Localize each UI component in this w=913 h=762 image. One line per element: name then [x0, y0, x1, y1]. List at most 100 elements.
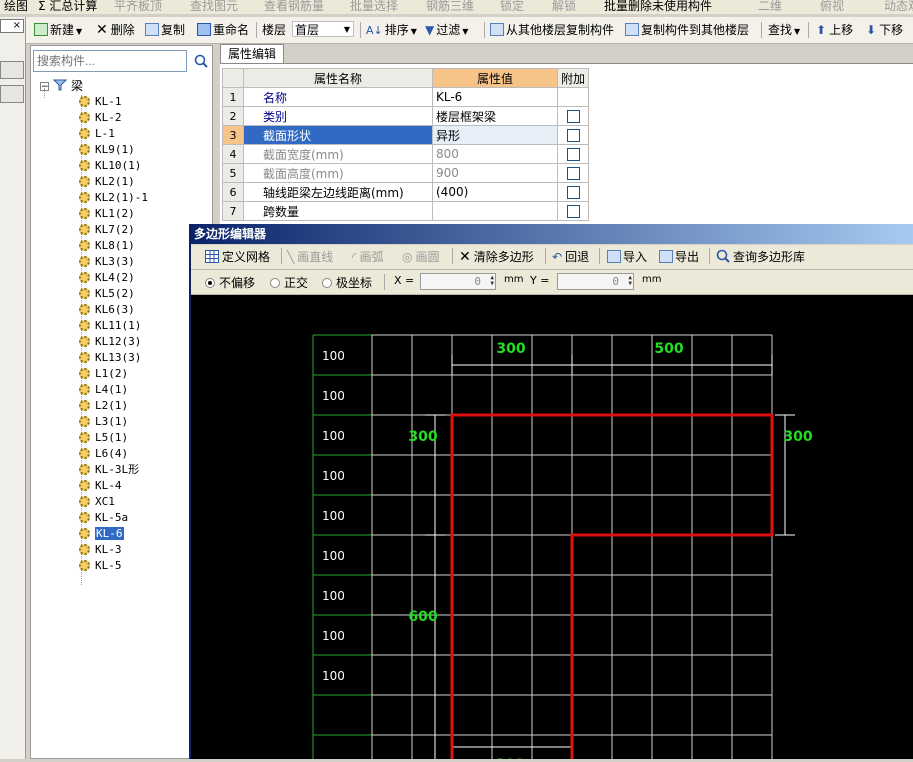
tree-item[interactable]: KL2(1) [79, 174, 135, 190]
sort-button[interactable]: A↓ 排序 ▼ [366, 21, 417, 39]
copy-from-floor-button[interactable]: 从其他楼层复制构件 [490, 21, 614, 39]
property-value[interactable]: KL-6 [432, 87, 558, 107]
menu-top-view[interactable]: 俯视 [820, 0, 844, 14]
tab-property-edit[interactable]: 属性编辑 [220, 44, 284, 64]
no-offset-radio[interactable]: 不偏移 [205, 274, 255, 291]
menu-view-2d[interactable]: 二维 [758, 0, 782, 14]
filter-button[interactable]: ▼ 过滤 ▼ [425, 21, 468, 39]
move-down-button[interactable]: ⬇ 下移 [866, 21, 903, 39]
extra-checkbox[interactable] [566, 129, 580, 142]
menu-draw[interactable]: 绘图 [4, 0, 28, 14]
property-value[interactable]: 900 [432, 163, 558, 183]
property-row[interactable]: 4 截面宽度(mm) 800 [222, 144, 590, 164]
left-panel-button[interactable] [0, 85, 24, 103]
polygon-drawing-canvas[interactable]: 100 100 100 100 100 100 100 100 100 300 500 300 600 3… [191, 295, 913, 762]
tree-item[interactable]: L3(1) [79, 414, 128, 430]
tree-item[interactable]: L-1 [79, 126, 115, 142]
draw-line-button[interactable]: ╲ 画直线 [287, 248, 333, 266]
property-row[interactable]: 7 跨数量 [222, 201, 590, 221]
property-value[interactable] [432, 201, 558, 221]
copy-button[interactable]: 复制 [145, 21, 185, 39]
floor-select[interactable]: 首层 ▼ [292, 21, 354, 37]
move-up-button[interactable]: ⬆ 上移 [816, 21, 853, 39]
tree-item[interactable]: KL1(2) [79, 206, 135, 222]
menu-flush-slab-top[interactable]: 平齐板顶 [114, 0, 162, 14]
tree-item[interactable]: KL-4 [79, 478, 122, 494]
tree-item[interactable]: L1(2) [79, 366, 128, 382]
property-value[interactable]: 楼层框架梁 [432, 106, 558, 126]
x-input[interactable]: 0 ▲ ▼ [420, 273, 496, 290]
property-value[interactable]: (400) [432, 182, 558, 202]
copy-to-floor-button[interactable]: 复制构件到其他楼层 [625, 21, 749, 39]
extra-checkbox[interactable] [566, 110, 580, 123]
query-polygon-library-button[interactable]: 查询多边形库 [716, 248, 805, 266]
property-row[interactable]: 5 截面高度(mm) 900 [222, 163, 590, 183]
tree-item[interactable]: KL4(2) [79, 270, 135, 286]
menu-batch-select[interactable]: 批量选择 [350, 0, 398, 14]
property-value[interactable]: 异形 [432, 125, 558, 145]
export-button[interactable]: 导出 [659, 248, 699, 266]
import-button[interactable]: 导入 [607, 248, 647, 266]
menu-lock[interactable]: 锁定 [500, 0, 524, 14]
rename-button[interactable]: 重命名 [197, 21, 249, 39]
tree-item[interactable]: KL6(3) [79, 302, 135, 318]
orthogonal-radio[interactable]: 正交 [270, 274, 308, 291]
property-row[interactable]: 2 类别 楼层框架梁 [222, 106, 590, 126]
close-panel-button[interactable]: × [0, 19, 24, 33]
search-button[interactable] [191, 50, 211, 72]
tree-item[interactable]: KL2(1)-1 [79, 190, 148, 206]
tree-item[interactable]: KL12(3) [79, 334, 141, 350]
menu-batch-delete-unused[interactable]: 批量删除未使用构件 [604, 0, 712, 14]
property-row[interactable]: 6 轴线距梁左边线距离(mm) (400) [222, 182, 590, 202]
clear-polygon-button[interactable]: ✕ 清除多边形 [459, 248, 534, 266]
tree-item[interactable]: L2(1) [79, 398, 128, 414]
property-value[interactable]: 800 [432, 144, 558, 164]
tree-item[interactable]: KL-5a [79, 510, 128, 526]
extra-checkbox[interactable] [566, 205, 580, 218]
define-grid-button[interactable]: 定义网格 [205, 248, 270, 266]
tree-item[interactable]: XC1 [79, 494, 115, 510]
left-panel-button[interactable] [0, 61, 24, 79]
tree-item[interactable]: KL11(1) [79, 318, 141, 334]
tree-item[interactable]: L5(1) [79, 430, 128, 446]
tree-item[interactable]: KL13(3) [79, 350, 141, 366]
drawing-area[interactable]: 100 100 100 100 100 100 100 100 100 300 500 300 600 3… [191, 295, 913, 762]
tree-root-beam[interactable]: − 梁 [40, 78, 83, 94]
polar-radio[interactable]: 极坐标 [322, 274, 372, 291]
menu-summary-calc[interactable]: Σ 汇总计算 [38, 0, 97, 14]
tree-item[interactable]: L4(1) [79, 382, 128, 398]
extra-checkbox[interactable] [566, 167, 580, 180]
tree-item[interactable]: KL-6 [79, 526, 124, 542]
tree-item[interactable]: L6(4) [79, 446, 128, 462]
spin-icon[interactable]: ▲ ▼ [484, 275, 494, 288]
property-row[interactable]: 1 名称 KL-6 [222, 87, 590, 107]
find-button[interactable]: 查找 ▼ [768, 21, 800, 39]
tree-item[interactable]: KL-3 [79, 542, 122, 558]
draw-arc-button[interactable]: ◜ 画弧 [352, 248, 384, 266]
y-input[interactable]: 0 ▲ ▼ [557, 273, 634, 290]
menu-view-rebar[interactable]: 查看钢筋量 [264, 0, 324, 14]
tree-item[interactable]: KL5(2) [79, 286, 135, 302]
tree-item[interactable]: KL8(1) [79, 238, 135, 254]
delete-button[interactable]: ✕ 删除 [96, 21, 135, 39]
tree-item[interactable]: KL-1 [79, 94, 122, 110]
menu-unlock[interactable]: 解锁 [552, 0, 576, 14]
search-input[interactable] [33, 50, 187, 72]
tree-item[interactable]: KL-5 [79, 558, 122, 574]
tree-item[interactable]: KL3(3) [79, 254, 135, 270]
menu-dynamic-view[interactable]: 动态观 [884, 0, 913, 14]
extra-checkbox[interactable] [566, 148, 580, 161]
tree-item[interactable]: KL10(1) [79, 158, 141, 174]
property-row[interactable]: 3 截面形状 异形 [222, 125, 590, 145]
tree-item[interactable]: KL-3L形 [79, 462, 139, 478]
extra-checkbox[interactable] [566, 186, 580, 199]
menu-rebar-3d[interactable]: 钢筋三维 [426, 0, 474, 14]
undo-button[interactable]: ↶ 回退 [552, 248, 589, 266]
menu-find-element[interactable]: 查找图元 [190, 0, 238, 14]
tree-item[interactable]: KL7(2) [79, 222, 135, 238]
tree-item[interactable]: KL-2 [79, 110, 122, 126]
spin-icon[interactable]: ▲ ▼ [622, 275, 632, 288]
tree-item[interactable]: KL9(1) [79, 142, 135, 158]
draw-circle-button[interactable]: ◎ 画圆 [402, 248, 440, 266]
new-button[interactable]: 新建 ▼ [34, 21, 82, 39]
